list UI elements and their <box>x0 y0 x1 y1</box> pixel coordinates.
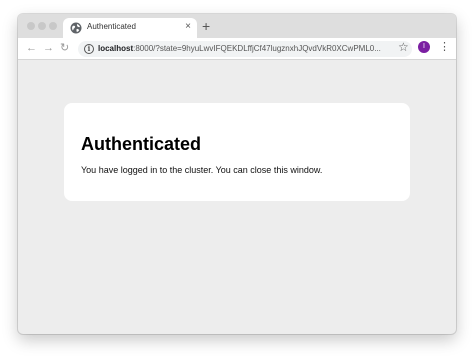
reload-icon[interactable]: ↻ <box>60 41 69 55</box>
page-title: Authenticated <box>81 134 202 154</box>
browser-toolbar: ← → ↻ i localhost:8000/?state=9hyuLwvIFQ… <box>18 38 456 60</box>
window-close-button[interactable] <box>27 22 35 30</box>
globe-icon <box>70 22 82 34</box>
auth-message: You have logged in to the cluster. You c… <box>81 165 323 175</box>
forward-arrow-icon[interactable]: → <box>43 41 54 55</box>
tab-title: Authenticated <box>87 22 136 31</box>
address-bar[interactable]: i localhost:8000/?state=9hyuLwvIFQEKDLff… <box>78 41 412 57</box>
url-host: localhost <box>98 44 134 53</box>
tab-close-icon[interactable]: × <box>185 21 191 33</box>
site-info-icon[interactable]: i <box>84 44 94 54</box>
back-arrow-icon[interactable]: ← <box>26 41 37 55</box>
url-path: :8000/?state=9hyuLwvIFQEKDLffjCf47lugznx… <box>133 44 381 53</box>
window-zoom-button[interactable] <box>49 22 57 30</box>
tab-authenticated[interactable]: Authenticated × <box>63 18 197 38</box>
browser-window: Authenticated × + ← → ↻ i localhost:8000… <box>18 14 456 334</box>
window-minimize-button[interactable] <box>38 22 46 30</box>
tab-strip: Authenticated × + <box>18 14 456 38</box>
auth-card: Authenticated You have logged in to the … <box>64 103 410 201</box>
profile-avatar[interactable]: I <box>418 41 430 53</box>
more-menu-icon[interactable]: ⋮ <box>439 40 450 54</box>
bookmark-star-icon[interactable]: ☆ <box>398 40 409 54</box>
new-tab-icon[interactable]: + <box>202 18 210 34</box>
url-text[interactable]: localhost:8000/?state=9hyuLwvIFQEKDLffjC… <box>98 44 392 53</box>
